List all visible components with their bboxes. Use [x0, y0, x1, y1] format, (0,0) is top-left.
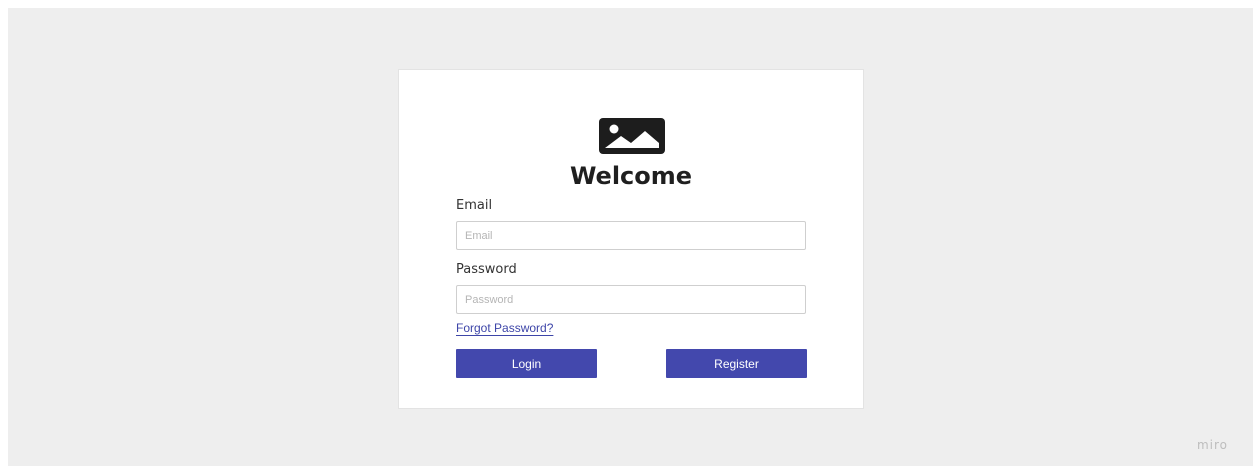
forgot-password-link[interactable]: Forgot Password? — [456, 321, 553, 335]
register-button[interactable]: Register — [666, 349, 807, 378]
password-field[interactable] — [456, 285, 806, 314]
email-label: Email — [456, 198, 493, 213]
image-icon — [599, 118, 665, 154]
password-label: Password — [456, 262, 517, 277]
login-button[interactable]: Login — [456, 349, 597, 378]
login-card: Welcome Email Password Forgot Password? … — [398, 69, 864, 409]
miro-watermark: miro — [1196, 438, 1228, 452]
miro-board-canvas: Welcome Email Password Forgot Password? … — [8, 8, 1253, 466]
email-field[interactable] — [456, 221, 806, 250]
page-title: Welcome — [569, 162, 693, 190]
